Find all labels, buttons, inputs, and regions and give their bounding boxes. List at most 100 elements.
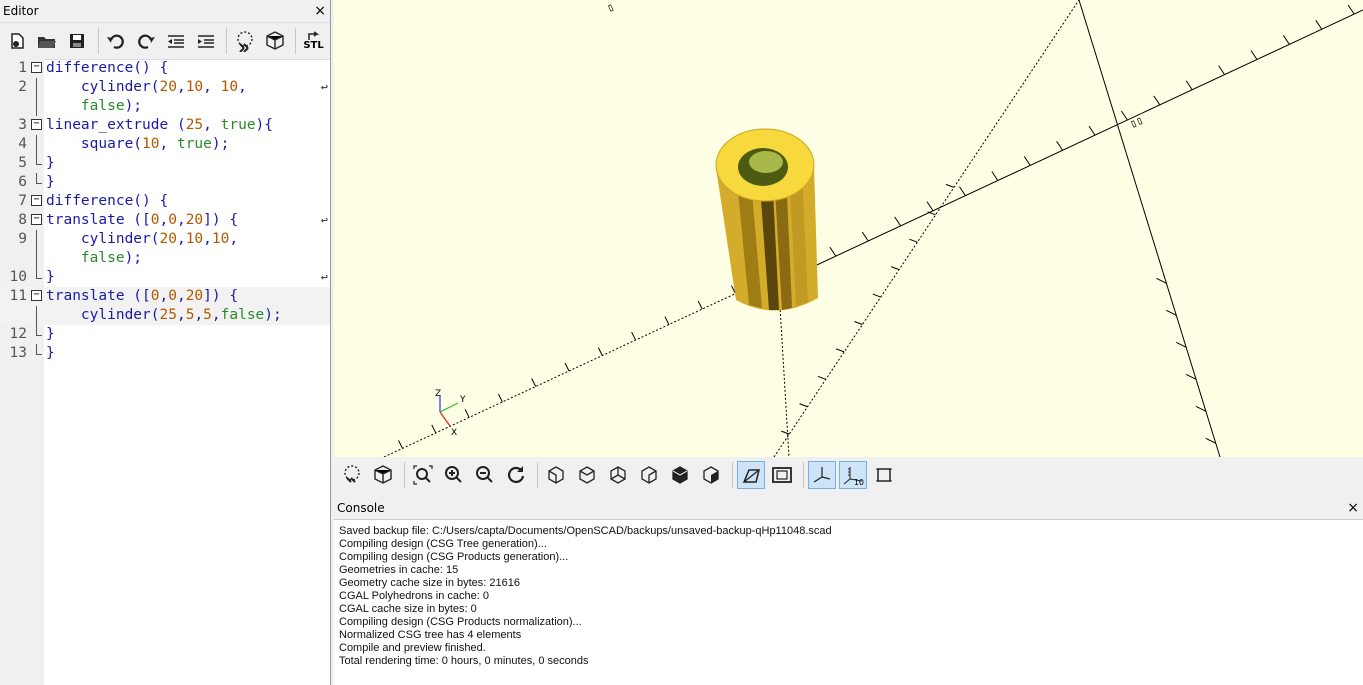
- unindent-button[interactable]: [163, 27, 190, 55]
- fold-guide: [36, 97, 37, 116]
- export-stl-button[interactable]: STL: [300, 27, 327, 55]
- preview-button[interactable]: [231, 27, 258, 55]
- axis-tick: [854, 321, 863, 325]
- code-token: 0: [150, 288, 160, 304]
- axes-icon: [813, 467, 831, 483]
- toolbar-separator: [404, 462, 405, 488]
- orthogonal-button[interactable]: [768, 461, 796, 489]
- view-front-button[interactable]: [666, 461, 694, 489]
- axis-tick: [817, 375, 827, 380]
- code-line[interactable]: 3− linear_extrude (25, true){: [0, 116, 330, 135]
- code-token: ,: [203, 231, 212, 247]
- console-line: Compile and preview finished.: [339, 642, 486, 654]
- code-line[interactable]: 8− translate ([0,0,20]) {↩: [0, 211, 330, 230]
- axis-tick: [894, 216, 902, 227]
- 3d-viewport[interactable]: ▯▯ ▯ Z Y X: [334, 0, 1363, 457]
- console-line: CGAL cache size in bytes: 0: [339, 603, 477, 615]
- code-line[interactable]: 11− translate ([0,0,20]) {: [0, 287, 330, 306]
- indent-button[interactable]: [192, 27, 219, 55]
- code-line[interactable]: 9 cylinder(20,10,10,: [0, 230, 330, 249]
- code-line[interactable]: 1− difference() {: [0, 59, 330, 78]
- fold-marker[interactable]: −: [31, 119, 42, 130]
- code-token: ,: [159, 288, 169, 304]
- code-token: cylinder(: [46, 307, 160, 323]
- code-token: 25: [185, 117, 204, 133]
- console-title: Console: [337, 501, 385, 515]
- view-right-button[interactable]: [542, 461, 570, 489]
- view-render-button[interactable]: [369, 461, 397, 489]
- console-line: Geometries in cache: 15: [339, 564, 459, 576]
- code-text: false);: [46, 249, 142, 268]
- code-line[interactable]: 7− difference() {: [0, 192, 330, 211]
- line-number: 12: [9, 326, 27, 342]
- code-token: }: [46, 326, 55, 342]
- preview-icon: [237, 31, 253, 52]
- code-token: ,: [176, 288, 186, 304]
- toolbar-separator: [803, 462, 804, 488]
- z-axis-line: [1078, 0, 1221, 457]
- line-number: 5: [18, 155, 27, 171]
- code-text: cylinder(20,10,10,: [46, 230, 238, 249]
- fold-guide: [36, 306, 37, 325]
- save-file-button[interactable]: [64, 27, 91, 55]
- view-left-button[interactable]: [635, 461, 663, 489]
- console-close-button[interactable]: ×: [1347, 497, 1359, 519]
- view-bottom-button[interactable]: [604, 461, 632, 489]
- view-all-button[interactable]: [409, 461, 437, 489]
- new-file-icon: [11, 33, 25, 49]
- show-edges-button[interactable]: [870, 461, 898, 489]
- fold-marker[interactable]: −: [31, 290, 42, 301]
- fold-marker[interactable]: −: [31, 214, 42, 225]
- perspective-button[interactable]: [737, 461, 765, 489]
- toolbar-separator: [537, 462, 538, 488]
- render-button[interactable]: [261, 27, 288, 55]
- code-line[interactable]: 13}: [0, 344, 330, 363]
- new-file-button[interactable]: [4, 27, 31, 55]
- code-text: }: [46, 344, 55, 363]
- console-line: Normalized CSG tree has 4 elements: [339, 629, 522, 641]
- editor-toolbar: STL: [0, 23, 330, 60]
- code-token: 20: [185, 212, 204, 228]
- unindent-icon: [167, 35, 184, 48]
- axis-tick: [531, 378, 537, 387]
- code-token: ,: [203, 79, 221, 95]
- code-editor[interactable]: 1− difference() {2 cylinder(20,10, 10, ↩ f…: [0, 59, 330, 685]
- fold-marker[interactable]: −: [31, 195, 42, 206]
- code-line[interactable]: 6}: [0, 173, 330, 192]
- line-number: 1: [18, 60, 27, 76]
- code-text: linear_extrude (25, true){: [46, 116, 273, 135]
- show-axes-button[interactable]: [808, 461, 836, 489]
- code-line[interactable]: false);: [0, 97, 330, 116]
- axis-tick: [564, 362, 570, 372]
- editor-close-button[interactable]: ×: [314, 0, 326, 22]
- code-line[interactable]: 12}: [0, 325, 330, 344]
- undo-button[interactable]: [103, 27, 130, 55]
- code-line[interactable]: 2 cylinder(20,10, 10, ↩: [0, 78, 330, 97]
- code-line[interactable]: false);: [0, 249, 330, 268]
- view-back-button[interactable]: [697, 461, 725, 489]
- fold-end: [36, 278, 42, 279]
- fold-guide: [36, 78, 37, 97]
- code-token: );: [264, 307, 282, 323]
- code-line[interactable]: 10} ↩: [0, 268, 330, 287]
- reset-view-button[interactable]: [502, 461, 530, 489]
- view-bottom-icon: [610, 466, 626, 484]
- toolbar-separator: [226, 28, 228, 54]
- zoom-out-button[interactable]: [471, 461, 499, 489]
- code-line[interactable]: 4 square(10, true);: [0, 135, 330, 154]
- show-scale-markers-button[interactable]: 10: [839, 461, 867, 489]
- view-preview-button[interactable]: [338, 461, 366, 489]
- view-top-button[interactable]: [573, 461, 601, 489]
- zoom-in-button[interactable]: [440, 461, 468, 489]
- fold-marker[interactable]: −: [31, 62, 42, 73]
- code-line[interactable]: cylinder(25,5,5,false);: [0, 306, 330, 325]
- view-back-icon: [703, 466, 719, 484]
- cylinder-model[interactable]: [715, 128, 818, 311]
- render-cube-icon: [265, 31, 284, 50]
- code-line[interactable]: 5}: [0, 154, 330, 173]
- code-token: 10: [220, 79, 239, 95]
- code-text: difference() {: [46, 192, 168, 211]
- open-file-button[interactable]: [34, 27, 61, 55]
- redo-button[interactable]: [133, 27, 160, 55]
- code-token: ,: [211, 307, 221, 323]
